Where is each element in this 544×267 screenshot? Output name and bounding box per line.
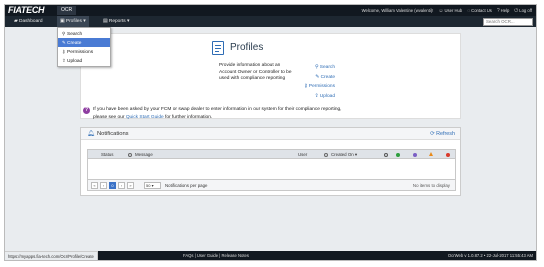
chat-icon: ◌ — [467, 7, 471, 14]
notifications-title: Notifications — [97, 130, 129, 137]
chevron-down-icon: ▾ — [125, 19, 130, 24]
top-bar: FIATECH OCR Welcome, William Valentine (… — [5, 5, 536, 16]
profiles-dropdown-menu: ⚲ Search ✎Create ⚷ Permissions ⇪Upload — [57, 27, 111, 67]
menu-item-label: Permissions — [67, 50, 94, 55]
notifications-grid: Status Message User Created On ▾ « ‹ 0 ›… — [87, 149, 456, 191]
menu-item-upload[interactable]: ⇪Upload — [58, 56, 110, 65]
refresh-label: Refresh — [436, 130, 455, 137]
profiles-link-permissions[interactable]: ⚷ Permissions — [295, 82, 335, 92]
filter-icon — [324, 152, 328, 157]
severity-filter-info[interactable] — [413, 152, 417, 157]
help-label: Help — [500, 7, 510, 13]
menu-item-search[interactable]: ⚲ Search — [58, 29, 110, 38]
notifications-header: 🔔︎ Notifications ⟳ Refresh — [81, 128, 460, 140]
contact-us-label: Contact Us — [471, 7, 492, 13]
help-icon: ? — [496, 7, 500, 14]
profiles-links: ⚲ Search ✎ Create ⚷ Permissions ⇪ Upload — [295, 63, 335, 101]
profiles-link-label: Permissions — [308, 84, 335, 89]
log-off-link[interactable]: ⏻Log off — [514, 8, 532, 14]
user-icon: ☺ — [438, 7, 444, 14]
page-size-value: 50 — [146, 183, 151, 188]
severity-filter-error[interactable] — [446, 152, 450, 157]
app-name-tab[interactable]: OCR — [57, 6, 77, 15]
empty-grid-text: No items to display — [412, 183, 450, 188]
document-icon — [212, 41, 224, 55]
menu-item-label: Search — [67, 32, 83, 37]
profiles-link-label: Search — [319, 65, 335, 70]
quick-start-guide-link[interactable]: Quick Start Guide — [126, 115, 164, 120]
info-line-2-prefix: please see our — [93, 114, 126, 120]
power-icon: ⏻ — [514, 7, 519, 14]
chevron-down-icon: ▾ — [81, 19, 86, 24]
page-size-label: Notifications per page — [165, 183, 208, 188]
profiles-link-search[interactable]: ⚲ Search — [295, 63, 335, 73]
info-text: If you have been asked by your FCM or sw… — [93, 106, 342, 121]
version-info: OcrWeb v 1.0.87.2 • 22-Jul-2017 11:55:43… — [447, 253, 533, 258]
pager-last-button[interactable]: » — [127, 182, 134, 189]
pager-current-page[interactable]: 0 — [109, 182, 116, 189]
user-hub-link[interactable]: ☺User Hub — [438, 8, 462, 14]
question-icon: ? — [83, 107, 90, 114]
footer-links[interactable]: FAQs | User Guide | Release Notes — [183, 251, 249, 260]
severity-filter-all[interactable] — [384, 152, 388, 157]
profiles-description: Provide information about an Account Own… — [219, 63, 292, 82]
menu-item-permissions[interactable]: ⚷ Permissions — [58, 47, 110, 56]
user-hub-label: User Hub — [444, 7, 463, 13]
info-line-2-suffix: for further information. — [163, 114, 213, 120]
nav-profiles-label: Profiles — [65, 19, 82, 24]
nav-reports[interactable]: ▤ Reports ▾ — [100, 16, 132, 27]
log-off-label: Log off — [519, 7, 532, 13]
nav-dashboard-label: Dashboard — [19, 19, 43, 24]
nav-reports-label: Reports — [108, 19, 126, 24]
profiles-link-upload[interactable]: ⇪ Upload — [295, 92, 335, 102]
column-user[interactable]: User — [298, 150, 307, 159]
fiatech-logo[interactable]: FIATECH — [8, 6, 45, 15]
nav-profiles[interactable]: ▣ Profiles ▾ — [57, 16, 89, 27]
refresh-button[interactable]: ⟳ Refresh — [430, 131, 455, 137]
footer: https://myapps.fia-tech.com/Ocr/Profile/… — [5, 251, 536, 260]
filter-icon — [128, 152, 132, 157]
profiles-link-label: Upload — [319, 93, 335, 99]
column-message-label: Message — [135, 152, 153, 157]
pager: « ‹ 0 › » 50 ▾ Notifications per page No… — [88, 179, 455, 190]
profiles-title: Profiles — [230, 42, 264, 53]
bell-icon: 🔔︎ — [87, 131, 95, 137]
column-created-on-label: Created On ▾ — [331, 152, 358, 157]
pager-next-button[interactable]: › — [118, 182, 125, 189]
column-created-on[interactable]: Created On ▾ — [324, 150, 357, 159]
user-info: Welcome, William Valentine (wvalenti)! ☺… — [362, 5, 532, 16]
contact-us-link[interactable]: ◌Contact Us — [467, 8, 492, 14]
column-message[interactable]: Message — [128, 150, 153, 159]
pager-prev-button[interactable]: ‹ — [100, 182, 107, 189]
info-line-1: If you have been asked by your FCM or sw… — [93, 107, 342, 112]
grid-header: Status Message User Created On ▾ — [88, 150, 455, 159]
app-window: FIATECH OCR Welcome, William Valentine (… — [4, 4, 537, 261]
column-status[interactable]: Status — [101, 150, 113, 159]
menu-item-label: Upload — [67, 59, 83, 64]
search-input[interactable] — [483, 17, 533, 26]
nav-bar: ▰ Dashboard ▣ Profiles ▾ ▤ Reports ▾ — [5, 16, 536, 27]
nav-dashboard[interactable]: ▰ Dashboard — [11, 16, 46, 27]
status-bar-url: https://myapps.fia-tech.com/Ocr/Profile/… — [5, 251, 98, 260]
help-link[interactable]: ?Help — [497, 8, 509, 14]
menu-item-label: Create — [67, 41, 82, 46]
profiles-link-create[interactable]: ✎ Create — [295, 73, 335, 83]
pager-first-button[interactable]: « — [91, 182, 98, 189]
warning-icon[interactable] — [429, 152, 433, 156]
welcome-text: Welcome, William Valentine (wvalenti)! — [361, 8, 434, 13]
severity-filter-success[interactable] — [396, 152, 400, 157]
notifications-panel: 🔔︎ Notifications ⟳ Refresh Status Messag… — [80, 127, 461, 196]
profiles-link-label: Create — [320, 74, 335, 80]
menu-item-create[interactable]: ✎Create — [58, 38, 110, 47]
page-size-select[interactable]: 50 ▾ — [144, 182, 161, 189]
